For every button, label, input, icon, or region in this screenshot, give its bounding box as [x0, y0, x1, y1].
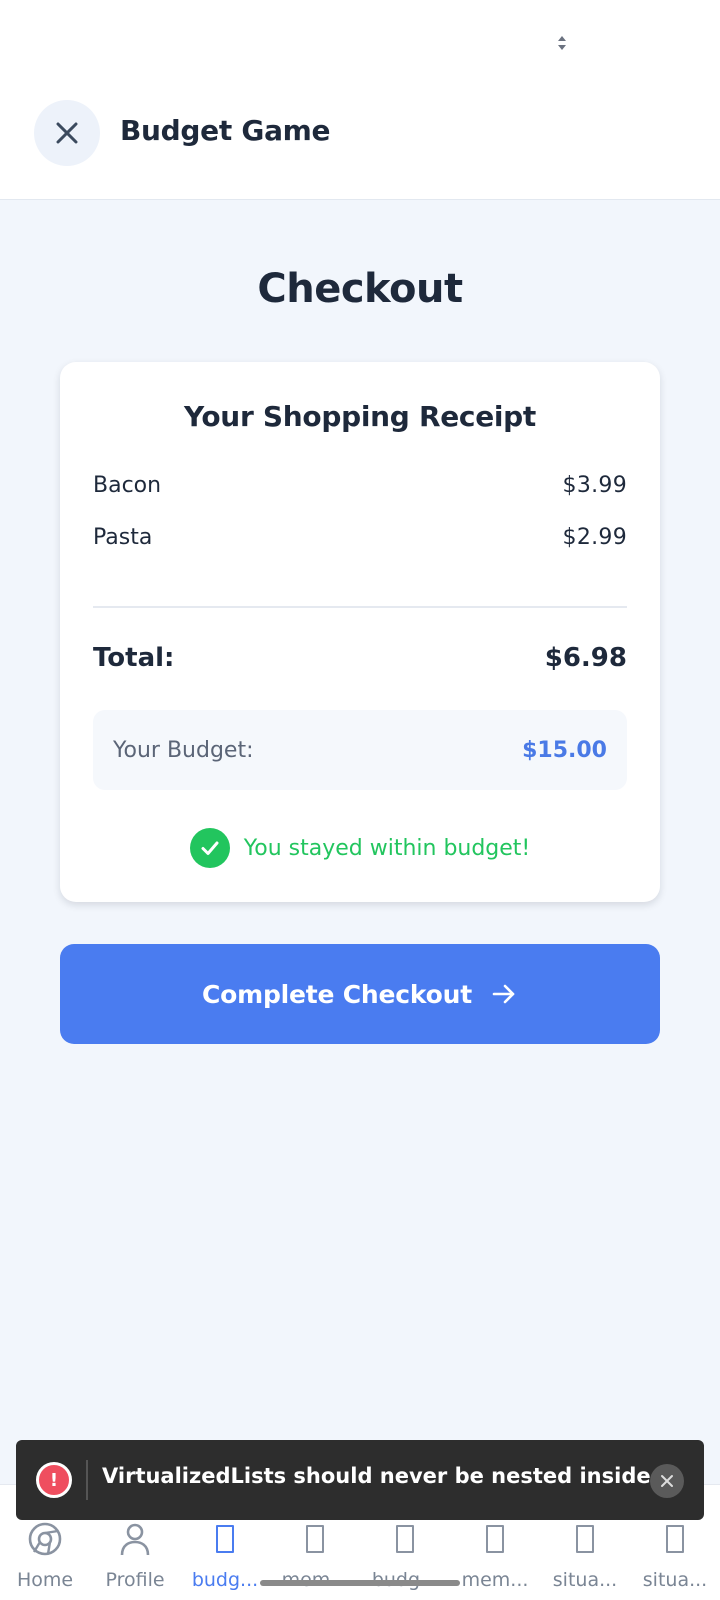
item-name: Pasta [93, 524, 153, 550]
tab-label: situa... [552, 1569, 618, 1591]
receipt-item: Pasta $2.99 [93, 520, 627, 554]
tab-label: Profile [105, 1569, 165, 1591]
budget-status-text: You stayed within budget! [243, 835, 531, 861]
check-circle-icon [189, 828, 230, 868]
sort-arrows-icon [558, 36, 566, 50]
total-value: $6.98 [544, 643, 627, 673]
placeholder-icon [657, 1521, 693, 1557]
close-icon [56, 122, 78, 144]
tab-label: situa... [642, 1569, 708, 1591]
tab-label: budg... [191, 1569, 259, 1591]
status-bar [0, 0, 720, 90]
receipt-card: Your Shopping Receipt Bacon $3.99 Pasta … [60, 362, 660, 902]
total-row: Total: $6.98 [93, 638, 627, 678]
toast-separator [86, 1460, 88, 1500]
toast-message: VirtualizedLists should never be nested … [102, 1464, 652, 1488]
close-button[interactable] [34, 100, 100, 166]
budget-box: Your Budget: $15.00 [93, 710, 627, 790]
toast-close-button[interactable] [650, 1464, 684, 1498]
chrome-icon [27, 1521, 63, 1557]
placeholder-icon [387, 1521, 423, 1557]
item-price: $2.99 [562, 524, 627, 550]
item-name: Bacon [93, 472, 162, 498]
budget-label: Your Budget: [113, 737, 254, 763]
complete-checkout-label: Complete Checkout [201, 979, 472, 1009]
total-label: Total: [93, 643, 175, 673]
receipt-title: Your Shopping Receipt [183, 400, 537, 433]
item-price: $3.99 [562, 472, 627, 498]
header-title: Budget Game [120, 114, 331, 147]
placeholder-icon [207, 1521, 243, 1557]
app-header: Budget Game [0, 90, 720, 200]
placeholder-icon [567, 1521, 603, 1557]
budget-value: $15.00 [522, 737, 607, 763]
alert-icon: ! [36, 1462, 72, 1498]
receipt-item: Bacon $3.99 [93, 468, 627, 502]
budget-status: You stayed within budget! [60, 828, 660, 868]
placeholder-icon [297, 1521, 333, 1557]
home-indicator [260, 1580, 460, 1586]
page-title: Checkout [257, 266, 463, 312]
tab-label: mem... [461, 1569, 529, 1591]
placeholder-icon [477, 1521, 513, 1557]
close-icon [661, 1475, 673, 1487]
error-toast[interactable]: ! VirtualizedLists should never be neste… [16, 1440, 704, 1520]
arrow-right-icon [492, 984, 515, 1004]
complete-checkout-button[interactable]: Complete Checkout [60, 944, 660, 1044]
user-icon [117, 1521, 153, 1557]
receipt-divider [93, 606, 627, 608]
tab-label: Home [16, 1569, 74, 1591]
